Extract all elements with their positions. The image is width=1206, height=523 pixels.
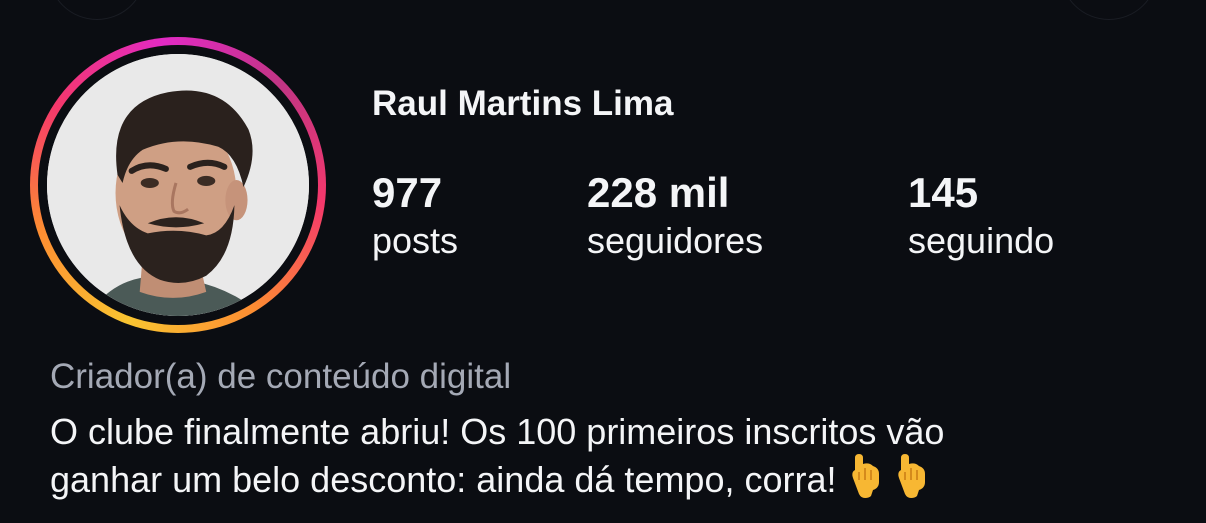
avatar-border bbox=[38, 45, 318, 325]
profile-name: Raul Martins Lima bbox=[372, 84, 674, 123]
avatar[interactable] bbox=[47, 54, 309, 316]
pointing-down-hand-icon bbox=[847, 454, 883, 508]
top-right-decoration bbox=[1060, 0, 1158, 20]
avatar-photo bbox=[47, 54, 309, 316]
posts-count: 977 bbox=[372, 169, 443, 216]
bio-line-2: ganhar um belo desconto: ainda dá tempo,… bbox=[50, 454, 1190, 508]
story-ring[interactable] bbox=[30, 37, 326, 333]
posts-stat[interactable]: 977 posts bbox=[372, 170, 458, 263]
top-left-decoration bbox=[48, 0, 146, 20]
bio-line-2-text: ganhar um belo desconto: ainda dá tempo,… bbox=[50, 459, 837, 500]
following-label: seguindo bbox=[908, 220, 1055, 261]
followers-label: seguidores bbox=[587, 220, 764, 261]
bio-line-1: O clube finalmente abriu! Os 100 primeir… bbox=[50, 411, 945, 452]
pointing-down-hand-icon bbox=[893, 454, 929, 508]
followers-count: 228 mil bbox=[587, 169, 730, 216]
profile-bio: O clube finalmente abriu! Os 100 primeir… bbox=[50, 410, 1190, 508]
following-stat[interactable]: 145 seguindo bbox=[908, 170, 1054, 263]
following-count: 145 bbox=[908, 169, 979, 216]
posts-label: posts bbox=[372, 220, 459, 261]
profile-category: Criador(a) de conteúdo digital bbox=[50, 357, 512, 396]
followers-stat[interactable]: 228 mil seguidores bbox=[587, 170, 763, 263]
